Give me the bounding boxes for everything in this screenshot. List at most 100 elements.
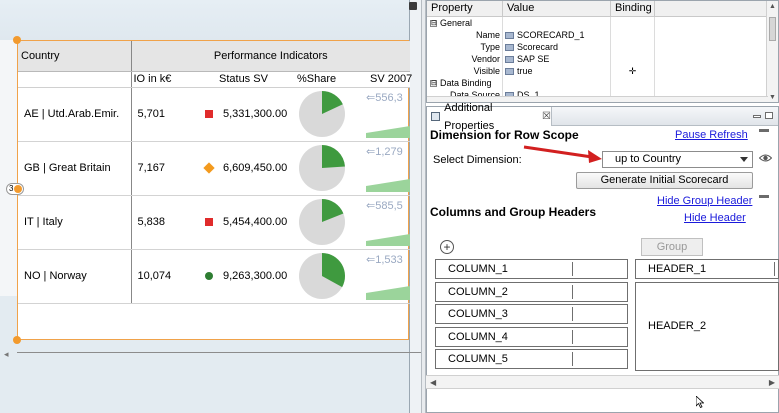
share-pie [299, 145, 345, 191]
col-value[interactable]: Value [503, 1, 611, 16]
col-binding[interactable]: Binding [611, 1, 655, 16]
property-binding[interactable] [611, 29, 655, 41]
scroll-left-arrow-icon[interactable]: ◂ [4, 349, 9, 360]
scroll-right-icon[interactable]: ▶ [769, 378, 775, 387]
property-name: Vendor [427, 53, 503, 65]
header-performance-indicators: Performance Indicators [131, 41, 411, 72]
property-binding[interactable] [611, 17, 655, 29]
property-value[interactable]: Scorecard [503, 41, 611, 53]
property-value[interactable]: SCORECARD_1 [503, 29, 611, 41]
property-row[interactable]: Vendor SAP SE [427, 53, 778, 65]
section-collapse-icon[interactable] [759, 195, 769, 198]
cell-share [293, 141, 366, 196]
property-row[interactable]: Name SCORECARD_1 [427, 29, 778, 41]
cell-io: 10,074 [131, 249, 201, 304]
table-row[interactable]: GB | Great Britain 7,167 6,609,450.00 ⇐1… [18, 141, 411, 196]
cell-status: 5,331,300.00 [201, 87, 293, 142]
row-scope-handle[interactable]: 3 [6, 183, 24, 195]
view-tab-bar: Additional Properties ☒ [427, 102, 778, 132]
canvas-horizontal-scrollbar[interactable] [17, 352, 421, 356]
selection-handle[interactable] [13, 336, 21, 344]
scroll-up-icon[interactable]: ▲ [769, 3, 776, 10]
cell-share [293, 249, 366, 304]
hide-group-header-link[interactable]: Hide Group Header [657, 195, 752, 207]
column-box[interactable]: COLUMN_5 [435, 349, 628, 369]
cell-status: 9,263,300.00 [201, 249, 293, 304]
properties-header: Property Value Binding [427, 1, 778, 17]
property-binding[interactable] [611, 77, 655, 89]
property-value[interactable]: true [503, 65, 611, 77]
col-header-status: Status SV [201, 71, 293, 88]
table-row[interactable]: IT | Italy 5,838 5,454,400.00 ⇐585,5 [18, 195, 411, 250]
hide-header-link[interactable]: Hide Header [684, 212, 746, 224]
properties-body: ⊟ General Name SCORECARD_1 Type Scorecard Vend… [427, 17, 778, 101]
section-collapse-icon[interactable] [759, 129, 769, 132]
chevron-down-icon[interactable] [740, 157, 748, 162]
scroll-down-icon[interactable]: ▼ [769, 94, 776, 101]
property-row[interactable]: ⊟ General [427, 17, 778, 29]
minimize-icon[interactable] [753, 115, 761, 118]
close-icon[interactable]: ☒ [542, 108, 551, 126]
group-button[interactable]: Group [641, 238, 703, 256]
property-value-icon [505, 32, 514, 40]
property-row[interactable]: Visible true ✛ [427, 65, 778, 77]
dimension-select[interactable]: up to Country [602, 151, 753, 168]
header-box[interactable]: HEADER_1 [635, 259, 779, 279]
cell-status: 5,454,400.00 [201, 195, 293, 250]
view-horizontal-scrollbar[interactable]: ◀ ▶ [426, 375, 779, 389]
status-red-square-icon [205, 110, 213, 118]
property-value-icon [505, 44, 514, 52]
canvas-top-area [0, 0, 421, 40]
scroll-left-icon[interactable]: ◀ [430, 378, 436, 387]
properties-vertical-scrollbar[interactable]: ▲ ▼ [766, 1, 778, 102]
canvas-corner-handle[interactable] [409, 2, 417, 10]
design-canvas[interactable]: Country Performance Indicators IO in k€ … [0, 0, 421, 413]
property-value[interactable] [503, 77, 611, 89]
cursor-icon [696, 396, 704, 408]
property-binding[interactable] [611, 41, 655, 53]
maximize-icon[interactable] [765, 112, 773, 119]
column-box[interactable]: COLUMN_1 [435, 259, 628, 279]
property-name: Name [427, 29, 503, 41]
header-country: Country [18, 41, 132, 72]
collapse-icon[interactable]: ⊟ [430, 80, 437, 88]
property-value[interactable]: SAP SE [503, 53, 611, 65]
status-value: 5,331,300.00 [223, 108, 288, 120]
property-value[interactable] [503, 17, 611, 29]
property-name: Visible [427, 65, 503, 77]
status-orange-diamond-icon [203, 162, 215, 174]
header-blank [18, 71, 132, 88]
property-row[interactable]: Type Scorecard [427, 41, 778, 53]
cell-sv: ⇐556,3 [366, 87, 411, 142]
table-row[interactable]: NO | Norway 10,074 9,263,300.00 ⇐1,533 [18, 249, 411, 304]
status-value: 9,263,300.00 [223, 270, 288, 282]
col-header-io: IO in k€ [131, 71, 201, 88]
add-icon[interactable]: + [440, 240, 454, 254]
eye-icon[interactable] [759, 153, 772, 163]
annotation-arrow-icon [523, 145, 602, 163]
column-box[interactable]: COLUMN_4 [435, 327, 628, 347]
table-row[interactable]: AE | Utd.Arab.Emir. 5,701 5,331,300.00 ⇐… [18, 87, 411, 142]
properties-grid[interactable]: Property Value Binding ⊟ General Name SCORE… [426, 0, 779, 103]
scroll-thumb[interactable] [769, 17, 776, 41]
cell-sv: ⇐1,533 [366, 249, 411, 304]
column-box[interactable]: COLUMN_3 [435, 304, 628, 324]
cell-sv: ⇐585,5 [366, 195, 411, 250]
generate-scorecard-button[interactable]: Generate Initial Scorecard [576, 172, 753, 189]
selection-handle[interactable] [13, 36, 21, 44]
cell-io: 5,701 [131, 87, 201, 142]
property-row[interactable]: ⊟ Data Binding [427, 77, 778, 89]
cell-sv: ⇐1,279 [366, 141, 411, 196]
header-box[interactable]: HEADER_2 [635, 282, 779, 371]
column-box[interactable]: COLUMN_2 [435, 282, 628, 302]
tab-additional-properties[interactable]: Additional Properties ☒ [427, 102, 552, 132]
property-binding[interactable] [611, 53, 655, 65]
sv-bar [366, 233, 410, 246]
collapse-icon[interactable]: ⊟ [430, 20, 437, 28]
col-header-share: %Share [293, 71, 366, 88]
property-name: ⊟ Data Binding [427, 77, 503, 89]
property-binding[interactable]: ✛ [611, 65, 655, 77]
pause-refresh-link[interactable]: Pause Refresh [675, 129, 748, 141]
col-property[interactable]: Property [427, 1, 503, 16]
scorecard-component[interactable]: Country Performance Indicators IO in k€ … [17, 40, 412, 340]
